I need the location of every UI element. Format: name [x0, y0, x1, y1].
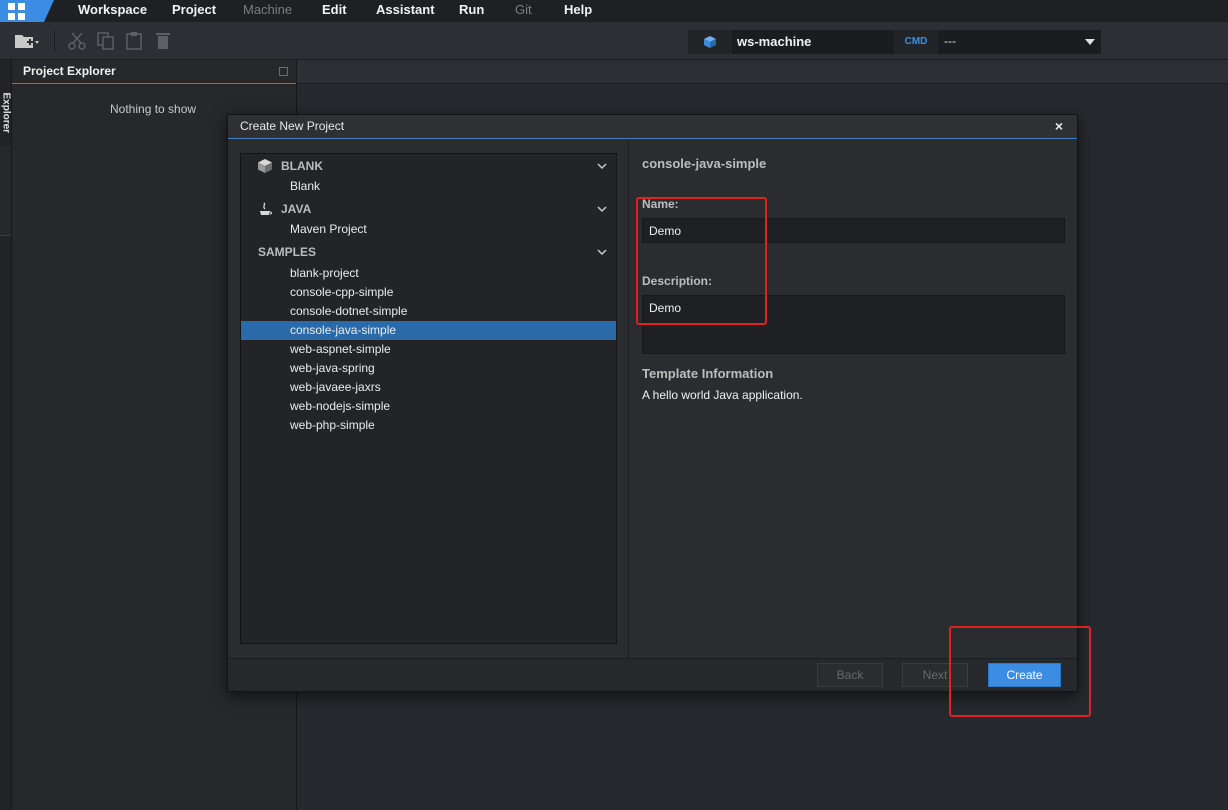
- java-icon: [260, 202, 272, 215]
- delete-icon[interactable]: [153, 31, 173, 51]
- menu-git[interactable]: Git: [515, 2, 532, 17]
- menu-machine[interactable]: Machine: [243, 2, 292, 17]
- ide-logo-icon[interactable]: [0, 0, 54, 22]
- side-tab-strip: [0, 60, 12, 810]
- close-icon[interactable]: ×: [1055, 118, 1063, 134]
- template-item[interactable]: web-javaee-jaxrs: [241, 378, 616, 397]
- menu-assistant[interactable]: Assistant: [376, 2, 435, 17]
- template-item[interactable]: web-nodejs-simple: [241, 397, 616, 416]
- panel-divider: [628, 140, 629, 658]
- cube-icon: [704, 36, 716, 48]
- toolbar-separator: [54, 30, 55, 52]
- minimize-icon[interactable]: [279, 67, 288, 76]
- cube-icon: [258, 159, 272, 173]
- chevron-down-icon: [597, 206, 607, 213]
- template-item[interactable]: web-php-simple: [241, 416, 616, 435]
- category-label: SAMPLES: [258, 245, 317, 259]
- paste-icon[interactable]: [124, 31, 144, 51]
- chevron-down-icon: [1085, 39, 1095, 45]
- template-heading: console-java-simple: [642, 156, 767, 171]
- template-item-selected[interactable]: console-java-simple: [241, 321, 616, 340]
- highlight-box-name-description: [636, 197, 767, 325]
- template-item[interactable]: Blank: [241, 177, 616, 196]
- cmd-value: ---: [944, 34, 956, 48]
- menu-edit[interactable]: Edit: [322, 2, 347, 17]
- category-samples[interactable]: SAMPLES: [241, 242, 616, 262]
- menu-run[interactable]: Run: [459, 2, 484, 17]
- template-item[interactable]: blank-project: [241, 264, 616, 283]
- machine-name: ws-machine: [737, 34, 812, 49]
- highlight-box-create: [949, 626, 1091, 717]
- template-item[interactable]: Maven Project: [241, 220, 616, 239]
- menu-workspace[interactable]: Workspace: [78, 2, 147, 17]
- explorer-title: Project Explorer: [23, 64, 116, 78]
- back-button[interactable]: Back: [817, 663, 883, 687]
- chevron-down-icon: [597, 163, 607, 170]
- template-item[interactable]: console-dotnet-simple: [241, 302, 616, 321]
- command-selector[interactable]: CMD ---: [894, 30, 1101, 54]
- toolbar: ws-machine CMD ---: [0, 22, 1228, 60]
- machine-selector[interactable]: ws-machine: [688, 30, 894, 54]
- dialog-title: Create New Project: [240, 119, 345, 133]
- copy-icon[interactable]: [96, 31, 116, 51]
- template-item[interactable]: web-java-spring: [241, 359, 616, 378]
- side-tab-explorer[interactable]: [0, 146, 11, 236]
- template-info-title: Template Information: [642, 366, 774, 381]
- category-java[interactable]: JAVA: [241, 199, 616, 219]
- menu-help[interactable]: Help: [564, 2, 592, 17]
- template-item[interactable]: web-aspnet-simple: [241, 340, 616, 359]
- editor-tab-bar: [297, 60, 1228, 84]
- template-info-description: A hello world Java application.: [642, 388, 803, 402]
- category-label: BLANK: [281, 159, 323, 173]
- explorer-empty-message: Nothing to show: [110, 102, 197, 116]
- menu-bar: Workspace Project Machine Edit Assistant…: [0, 0, 1228, 22]
- category-label: JAVA: [281, 202, 312, 216]
- explorer-header: Project Explorer: [12, 60, 296, 84]
- machine-icon-cell: [688, 30, 732, 54]
- template-list: BLANK Blank JAVA Maven Project SAMPLES b…: [240, 153, 617, 644]
- cmd-tag: CMD: [894, 30, 938, 54]
- dialog-header: Create New Project ×: [228, 115, 1077, 139]
- side-tab-label: Explorer: [0, 92, 12, 134]
- cut-icon[interactable]: [67, 31, 87, 51]
- template-item[interactable]: console-cpp-simple: [241, 283, 616, 302]
- new-folder-icon[interactable]: [14, 31, 40, 51]
- chevron-down-icon: [597, 249, 607, 256]
- category-blank[interactable]: BLANK: [241, 156, 616, 176]
- menu-project[interactable]: Project: [172, 2, 216, 17]
